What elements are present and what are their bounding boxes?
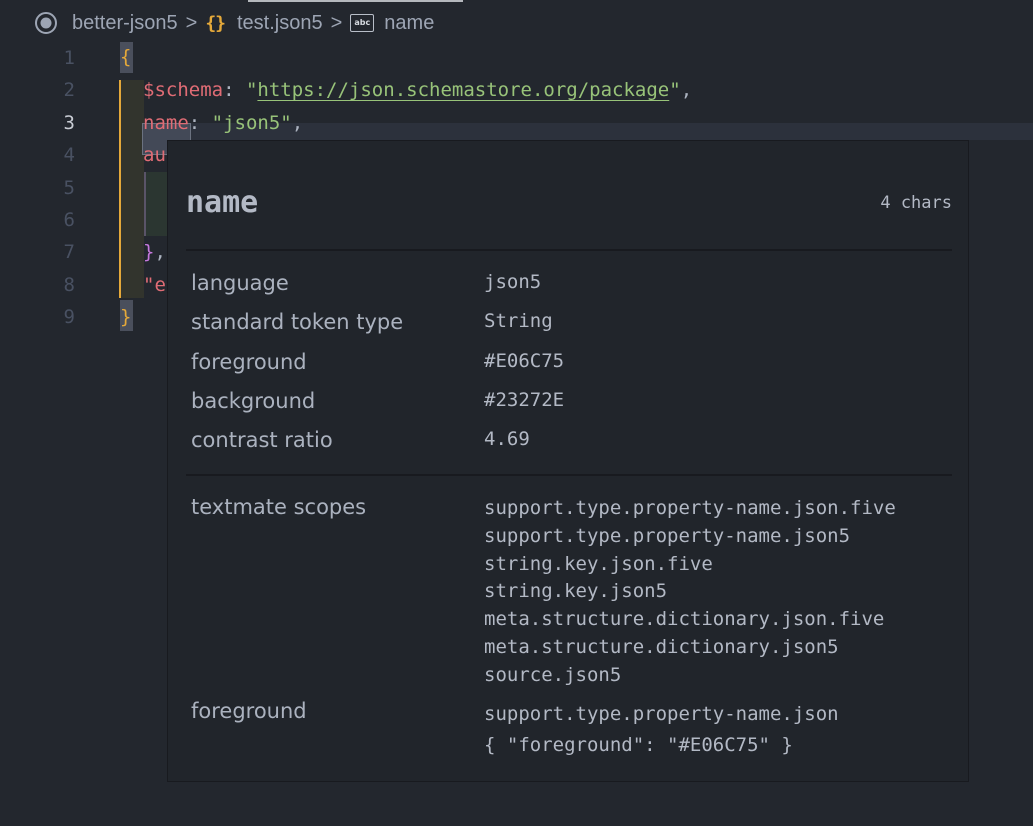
scope-item: string.key.json5 (484, 580, 668, 603)
code-line-2: $schema: "https://json.schemastore.org/p… (143, 74, 692, 107)
code-line-4: au (143, 139, 166, 172)
quote: " (245, 79, 258, 101)
scope-list: support.type.property-name.json.five sup… (484, 495, 896, 690)
rule-value: { "foreground": "#E06C75" } (484, 734, 793, 756)
inspector-row-scopes: textmate scopes support.type.property-na… (191, 495, 896, 690)
tab-active-indicator (248, 0, 463, 2)
row-label: language (191, 271, 289, 295)
open-brace: { (120, 46, 132, 68)
scope-item: meta.structure.dictionary.json.five (484, 608, 885, 631)
inspector-row-contrast: contrast ratio 4.69 (191, 428, 530, 452)
code-line-8: "e (143, 269, 166, 302)
braces-icon: {} (205, 12, 226, 34)
scope-item: support.type.property-name.json5 (484, 524, 851, 547)
indent-guide-block (121, 80, 144, 298)
close-brace: } (143, 241, 155, 263)
breadcrumb: better-json5 > {} test.json5 > abc name (34, 8, 434, 38)
comma: , (154, 241, 166, 263)
token-length: 4 chars (880, 192, 952, 213)
line-number: 7 (63, 241, 75, 263)
row-value: 4.69 (484, 428, 530, 450)
target-icon (35, 12, 57, 34)
row-value: #23272E (484, 389, 565, 411)
json-string-value: "json5" (211, 112, 292, 134)
scope-item: source.json5 (484, 663, 622, 686)
quote: " (143, 274, 155, 296)
line-number: 8 (63, 274, 75, 296)
row-value: #E06C75 (484, 350, 565, 372)
row-label: contrast ratio (191, 428, 333, 452)
code-line-9: } (120, 301, 131, 334)
inspector-row-background: background #23272E (191, 389, 564, 413)
breadcrumb-label: name (384, 11, 435, 34)
inspector-row-foreground: foreground #E06C75 (191, 350, 564, 374)
line-number: 5 (63, 177, 75, 199)
editor-background-strip (969, 140, 1033, 782)
line-number-active: 3 (63, 112, 75, 134)
comma: , (680, 79, 693, 101)
active-indent-guide (119, 80, 121, 298)
chevron-right-icon: > (185, 11, 198, 34)
json-key: au (143, 144, 166, 166)
scope-item: string.key.json.five (484, 552, 713, 575)
token-text: name (186, 185, 259, 220)
scope-item: meta.structure.dictionary.json5 (484, 635, 839, 658)
rule-details: support.type.property-name.json { "foreg… (484, 699, 839, 761)
comma: , (291, 112, 304, 134)
divider (186, 474, 952, 476)
schema-url-link[interactable]: https://json.schemastore.org/package (257, 79, 669, 101)
colon: : (223, 79, 246, 101)
inspector-row-token-type: standard token type String (191, 310, 553, 334)
line-number: 1 (63, 47, 75, 69)
row-label: background (191, 389, 316, 413)
scope-item: support.type.property-name.json.five (484, 497, 896, 519)
row-label: foreground (191, 350, 307, 374)
json-key: $schema (143, 79, 224, 101)
code-line-3: name: "json5", (143, 107, 303, 140)
quote: " (669, 79, 681, 101)
line-number: 2 (63, 79, 75, 101)
row-label: textmate scopes (191, 495, 367, 519)
inspector-header: name 4 chars (186, 185, 952, 220)
chevron-right-icon: > (330, 11, 343, 34)
colon: : (188, 112, 212, 134)
row-label: foreground (191, 699, 307, 723)
row-value: String (484, 310, 553, 332)
inspector-row-language: language json5 (191, 271, 541, 295)
abc-string-icon: abc (350, 14, 375, 32)
code-line-7: }, (143, 236, 166, 269)
close-brace: } (120, 306, 132, 328)
breadcrumb-label: test.json5 (237, 11, 323, 34)
code-line-1: { (120, 41, 131, 74)
breadcrumb-item-file[interactable]: {} test.json5 (205, 12, 322, 35)
row-value: json5 (484, 271, 542, 293)
json-key: e (154, 274, 166, 296)
divider (186, 249, 952, 251)
inspector-row-foreground-rule: foreground support.type.property-name.js… (191, 699, 839, 761)
line-number: 4 (63, 144, 75, 166)
json-key: name (143, 112, 189, 134)
token-inspector-hover: name 4 chars language json5 standard tok… (167, 140, 969, 782)
rule-selector: support.type.property-name.json (484, 703, 839, 725)
breadcrumb-item-symbol[interactable]: abc name (350, 12, 434, 35)
breadcrumb-item-folder[interactable]: better-json5 (34, 11, 178, 35)
breadcrumb-label: better-json5 (72, 11, 178, 34)
line-number: 9 (63, 306, 75, 328)
row-label: standard token type (191, 310, 404, 334)
line-number: 6 (63, 209, 75, 231)
